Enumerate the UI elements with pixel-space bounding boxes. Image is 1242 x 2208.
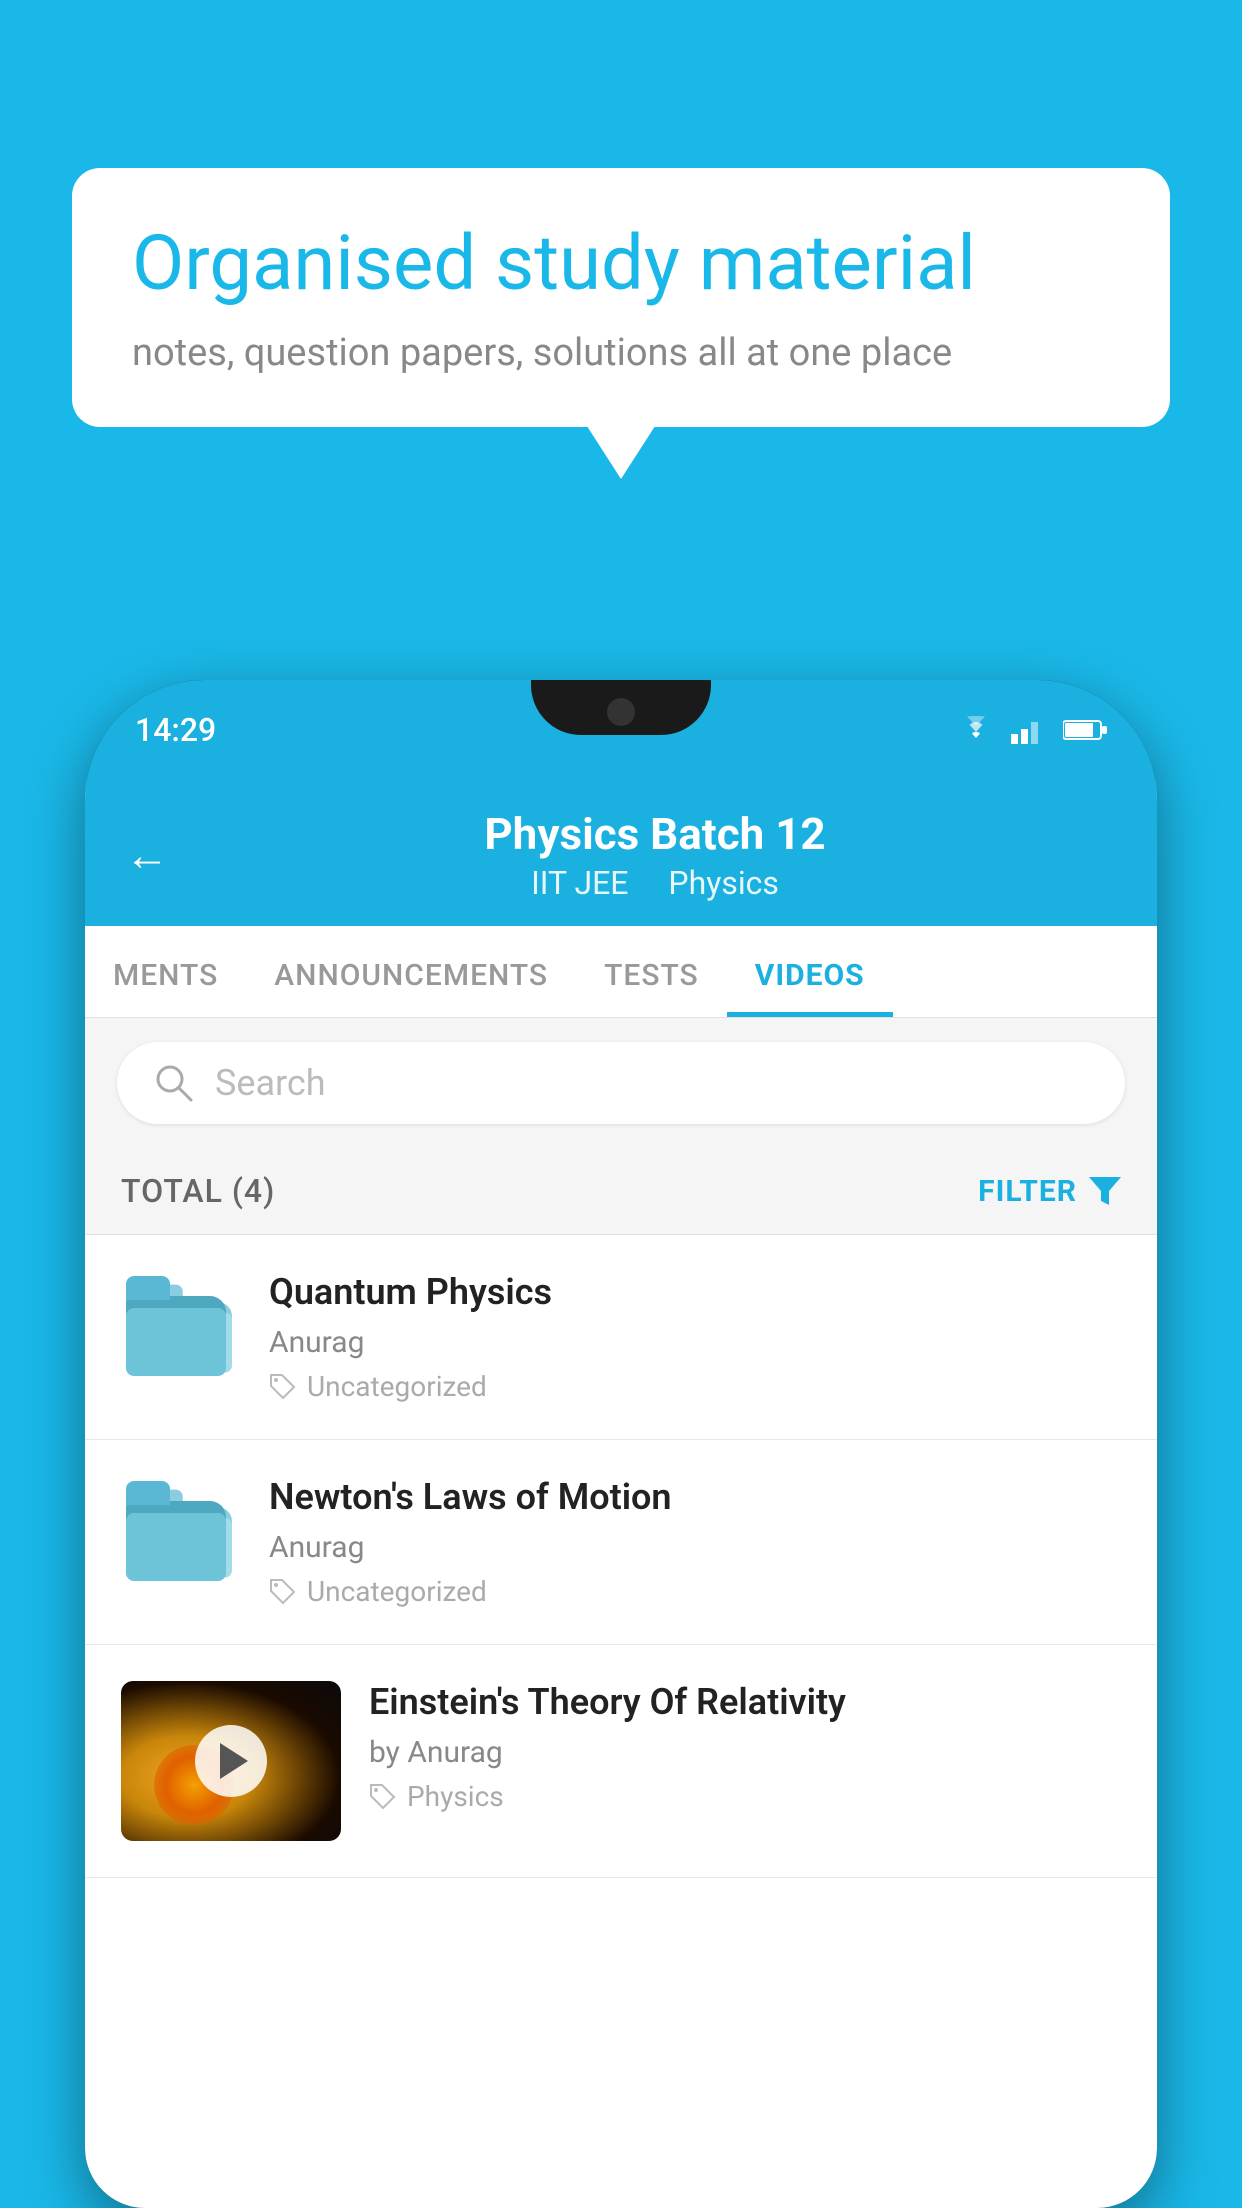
- search-bar-wrapper: Search: [85, 1018, 1157, 1148]
- tag-label-1: Uncategorized: [307, 1370, 487, 1403]
- phone-frame: 14:29: [85, 680, 1157, 2208]
- app-background: Organised study material notes, question…: [0, 0, 1242, 2208]
- filter-row: TOTAL (4) FILTER: [85, 1148, 1157, 1235]
- filter-label: FILTER: [978, 1174, 1077, 1209]
- video-title-3: Einstein's Theory Of Relativity: [369, 1681, 1121, 1723]
- folder-icon-2: [126, 1481, 236, 1591]
- folder-icon-1: [126, 1276, 236, 1386]
- app-header: ← Physics Batch 12 IIT JEE Physics: [85, 780, 1157, 926]
- batch-title: Physics Batch 12: [193, 808, 1117, 860]
- bubble-title: Organised study material: [132, 220, 1110, 307]
- status-bar: 14:29: [85, 680, 1157, 780]
- folder-front-icon-2: [126, 1491, 226, 1581]
- video-info-3: Einstein's Theory Of Relativity by Anura…: [369, 1681, 1121, 1813]
- tab-ments[interactable]: MENTS: [85, 926, 246, 1017]
- video-thumb-1: [121, 1271, 241, 1391]
- video-author-3: by Anurag: [369, 1735, 1121, 1770]
- play-button-3[interactable]: [195, 1725, 267, 1797]
- list-item[interactable]: Newton's Laws of Motion Anurag Uncategor…: [85, 1440, 1157, 1645]
- video-info-1: Quantum Physics Anurag Uncategorized: [269, 1271, 1121, 1403]
- camera-dot: [607, 698, 635, 726]
- search-placeholder: Search: [215, 1062, 326, 1104]
- list-item[interactable]: Quantum Physics Anurag Uncategorized: [85, 1235, 1157, 1440]
- play-triangle-icon: [220, 1743, 248, 1779]
- status-time: 14:29: [135, 711, 216, 749]
- video-title-1: Quantum Physics: [269, 1271, 1121, 1313]
- back-button[interactable]: ←: [125, 829, 169, 881]
- status-icons: [957, 716, 1107, 744]
- folder-front-icon: [126, 1286, 226, 1376]
- batch-subtitle: IIT JEE Physics: [193, 864, 1117, 902]
- battery-icon: [1063, 719, 1107, 741]
- video-author-2: Anurag: [269, 1530, 1121, 1565]
- tab-tests[interactable]: TESTS: [576, 926, 727, 1017]
- filter-icon: [1089, 1177, 1121, 1205]
- signal-icon: [1011, 716, 1047, 744]
- video-tag-2: Uncategorized: [269, 1575, 1121, 1608]
- wifi-icon: [957, 716, 995, 744]
- video-info-2: Newton's Laws of Motion Anurag Uncategor…: [269, 1476, 1121, 1608]
- subtitle-part2: Physics: [668, 864, 779, 902]
- total-count: TOTAL (4): [121, 1172, 275, 1210]
- video-thumbnail-3: [121, 1681, 341, 1841]
- speech-bubble: Organised study material notes, question…: [72, 168, 1170, 427]
- video-list: Quantum Physics Anurag Uncategorized: [85, 1235, 1157, 1878]
- tabs-bar: MENTS ANNOUNCEMENTS TESTS VIDEOS: [85, 926, 1157, 1018]
- video-tag-1: Uncategorized: [269, 1370, 1121, 1403]
- tab-announcements[interactable]: ANNOUNCEMENTS: [246, 926, 576, 1017]
- header-title-group: Physics Batch 12 IIT JEE Physics: [193, 808, 1117, 902]
- filter-button[interactable]: FILTER: [978, 1174, 1121, 1209]
- video-tag-3: Physics: [369, 1780, 1121, 1813]
- search-icon: [153, 1062, 195, 1104]
- bubble-subtitle: notes, question papers, solutions all at…: [132, 331, 1110, 375]
- video-author-1: Anurag: [269, 1325, 1121, 1360]
- tag-icon-3: [369, 1783, 397, 1811]
- video-thumb-2: [121, 1476, 241, 1596]
- list-item[interactable]: Einstein's Theory Of Relativity by Anura…: [85, 1645, 1157, 1878]
- tag-label-2: Uncategorized: [307, 1575, 487, 1608]
- tab-videos[interactable]: VIDEOS: [727, 926, 893, 1017]
- phone-content: ← Physics Batch 12 IIT JEE Physics MENTS…: [85, 780, 1157, 2208]
- tag-label-3: Physics: [407, 1780, 504, 1813]
- tag-icon-1: [269, 1373, 297, 1401]
- tag-icon-2: [269, 1578, 297, 1606]
- search-bar[interactable]: Search: [117, 1042, 1125, 1124]
- subtitle-part1: IIT JEE: [531, 864, 628, 902]
- video-title-2: Newton's Laws of Motion: [269, 1476, 1121, 1518]
